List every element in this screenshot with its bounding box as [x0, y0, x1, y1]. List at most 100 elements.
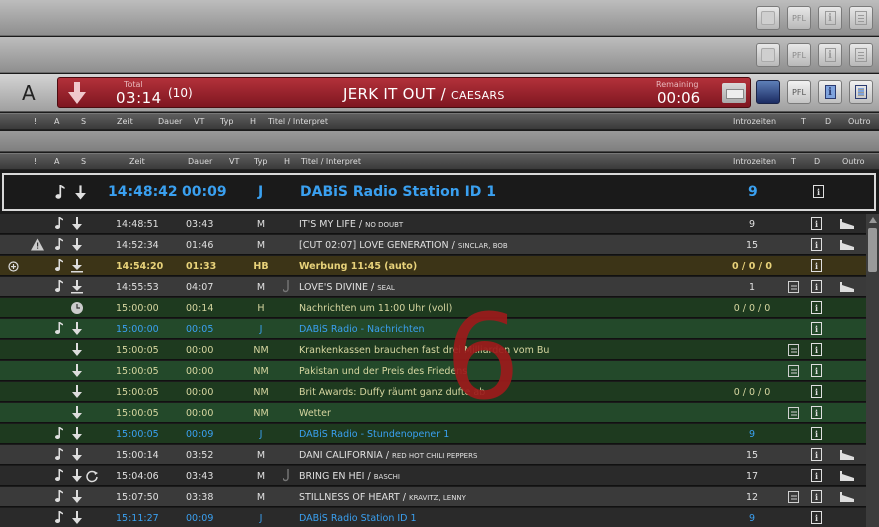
table-row[interactable]: 15:00:00 00:14 H Nachrichten um 11:00 Uh…	[0, 298, 866, 318]
queue-count: (10)	[168, 86, 193, 100]
current-item-row[interactable]: 14:48:42 00:09 J DABiS Radio Station ID …	[2, 173, 876, 211]
outro-fade-icon	[840, 471, 854, 481]
arrow-down-icon	[72, 364, 82, 377]
info-icon: i	[824, 85, 836, 99]
table-row[interactable]: 15:04:06 03:43 M BRING EN HEI / BASCHI 1…	[0, 466, 866, 486]
music-note-icon	[55, 185, 65, 199]
deck2-stop-button[interactable]	[756, 43, 780, 67]
text-icon[interactable]	[788, 281, 799, 293]
current-type: J	[258, 184, 264, 200]
text-icon[interactable]	[788, 344, 799, 356]
hook-icon	[283, 469, 289, 482]
remaining-label: Remaining	[656, 80, 699, 89]
column-header-playlist: ! A S Zeit Dauer VT Typ H Titel / Interp…	[0, 153, 879, 170]
table-row[interactable]: 15:00:05 00:00 NM Brit Awards: Duffy räu…	[0, 382, 866, 402]
info-icon: i	[824, 11, 836, 25]
info-icon[interactable]: i	[811, 301, 822, 314]
add-circle-icon[interactable]	[8, 261, 19, 272]
deck2-pfl-button[interactable]: PFL	[787, 43, 811, 67]
table-row[interactable]: 15:11:27 00:09 J DABiS Radio Station ID …	[0, 508, 866, 527]
scrollbar-thumb[interactable]	[868, 228, 877, 272]
player-deck-1: PFL i	[0, 0, 879, 36]
info-icon[interactable]: i	[811, 280, 822, 293]
playlist: 14:48:51 03:43 M IT'S MY LIFE / NO DOUBT…	[0, 214, 866, 527]
table-row[interactable]: 15:07:50 03:38 M STILLNESS OF HEART / KR…	[0, 487, 866, 507]
deck-a-list-button[interactable]	[849, 80, 873, 104]
list-icon	[855, 48, 867, 62]
music-note-icon	[55, 238, 63, 251]
remaining-time: 00:06	[657, 89, 701, 107]
table-row[interactable]: 14:52:34 01:46 M [CUT 02:07] LOVE GENERA…	[0, 235, 866, 255]
arrow-down-icon	[72, 490, 82, 503]
info-icon[interactable]: i	[811, 238, 822, 251]
playlist-scrollbar[interactable]	[866, 214, 879, 527]
text-icon[interactable]	[788, 491, 799, 503]
arrow-down-icon	[72, 343, 82, 356]
info-icon[interactable]: i	[811, 322, 822, 335]
info-icon[interactable]: i	[811, 217, 822, 230]
music-note-icon	[55, 490, 63, 503]
table-row[interactable]: 15:00:00 00:05 J DABiS Radio - Nachricht…	[0, 319, 866, 339]
arrow-down-icon	[72, 511, 82, 524]
deck-a-level-button[interactable]	[756, 80, 780, 104]
arrow-down-bar-icon	[71, 259, 83, 273]
now-playing-bar[interactable]: Total 03:14 (10) JERK IT OUT / CAESARS R…	[57, 77, 751, 108]
music-note-icon	[55, 448, 63, 461]
total-time: 03:14	[116, 89, 162, 107]
now-playing-title: JERK IT OUT / CAESARS	[343, 85, 505, 103]
info-icon[interactable]: i	[813, 185, 824, 198]
table-row[interactable]: 15:00:14 03:52 M DANI CALIFORNIA / RED H…	[0, 445, 866, 465]
deck-a-pfl-button[interactable]: PFL	[787, 80, 811, 104]
deck1-list-button[interactable]	[849, 6, 873, 30]
player-deck-a: A Total 03:14 (10) JERK IT OUT / CAESARS…	[0, 74, 879, 112]
info-icon[interactable]: i	[811, 469, 822, 482]
table-row[interactable]: 14:48:51 03:43 M IT'S MY LIFE / NO DOUBT…	[0, 214, 866, 234]
deck-letter: A	[22, 81, 36, 105]
table-row[interactable]: 15:00:05 00:00 NM Wetter i	[0, 403, 866, 423]
info-icon[interactable]: i	[811, 490, 822, 503]
current-time: 14:48:42	[108, 184, 178, 200]
deck2-info-button[interactable]: i	[818, 43, 842, 67]
text-icon[interactable]	[788, 407, 799, 419]
outro-fade-icon	[840, 219, 854, 229]
text-icon[interactable]	[788, 365, 799, 377]
outro-fade-icon	[840, 240, 854, 250]
table-row[interactable]: 14:54:20 01:33 HB Werbung 11:45 (auto) 0…	[0, 256, 866, 276]
arrow-down-icon	[72, 217, 82, 230]
player-deck-2: PFL i	[0, 37, 879, 73]
warning-icon	[31, 238, 44, 251]
loop-icon	[86, 470, 98, 483]
clock-icon	[71, 302, 83, 314]
list-icon	[855, 11, 867, 25]
table-row[interactable]: 15:00:05 00:09 J DABiS Radio - Stundenop…	[0, 424, 866, 444]
deck1-info-button[interactable]: i	[818, 6, 842, 30]
table-row[interactable]: 14:55:53 04:07 M LOVE'S DIVINE / SEAL 1 …	[0, 277, 866, 297]
current-duration: 00:09	[182, 184, 227, 200]
outro-fade-icon	[840, 282, 854, 292]
deck-a-stop-button[interactable]	[722, 83, 746, 103]
playout-window: PFL i PFL i A Total 03:14 (10) JERK IT O…	[0, 0, 879, 527]
info-icon[interactable]: i	[811, 406, 822, 419]
info-icon[interactable]: i	[811, 385, 822, 398]
info-icon[interactable]: i	[811, 343, 822, 356]
current-intro: 9	[748, 184, 758, 200]
deck1-stop-button[interactable]	[756, 6, 780, 30]
info-icon[interactable]: i	[811, 511, 822, 524]
deck1-pfl-button[interactable]: PFL	[787, 6, 811, 30]
table-row[interactable]: 15:00:05 00:00 NM Krankenkassen brauchen…	[0, 340, 866, 360]
total-label: Total	[124, 80, 143, 89]
info-icon[interactable]: i	[811, 448, 822, 461]
info-icon[interactable]: i	[811, 364, 822, 377]
list-icon	[855, 85, 867, 99]
deck2-list-button[interactable]	[849, 43, 873, 67]
deck-a-info-button[interactable]: i	[818, 80, 842, 104]
arrow-down-icon	[72, 385, 82, 398]
scroll-up-icon[interactable]	[869, 217, 877, 223]
arrow-down-icon	[72, 238, 82, 251]
info-icon[interactable]: i	[811, 427, 822, 440]
table-row[interactable]: 15:00:05 00:00 NM Pakistan und der Preis…	[0, 361, 866, 381]
arrow-down-icon	[72, 469, 82, 482]
info-icon[interactable]: i	[811, 259, 822, 272]
arrow-down-icon	[72, 448, 82, 461]
outro-fade-icon	[840, 450, 854, 460]
